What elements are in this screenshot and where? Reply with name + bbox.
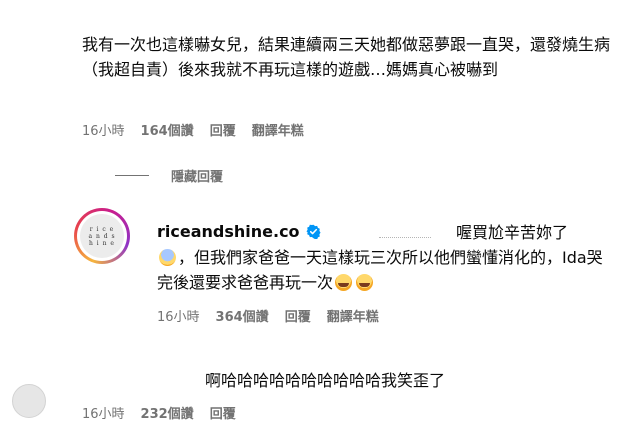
comment-meta: 16小時 164個讚 回覆 翻譯年糕 <box>82 120 320 139</box>
mention-redacted <box>379 228 431 238</box>
screaming-face-icon <box>159 249 176 266</box>
comment-meta: 16小時 232個讚 回覆 <box>82 403 252 421</box>
username-row: riceandshine.co <box>157 222 321 241</box>
translate-button[interactable]: 翻譯年糕 <box>327 306 379 325</box>
comment-text: 啊哈哈哈哈哈哈哈哈哈哈我笑歪了 <box>205 371 446 390</box>
avatar[interactable] <box>12 384 46 418</box>
reply-button[interactable]: 回覆 <box>210 120 236 139</box>
avatar[interactable]: r i c ea n d sh i n e <box>74 208 130 264</box>
avatar-logo: r i c ea n d sh i n e <box>80 214 124 258</box>
reply-text: 喔買尬辛苦妳了 <box>456 223 569 242</box>
like-count[interactable]: 164個讚 <box>141 120 194 139</box>
hide-replies-label: 隱藏回覆 <box>171 170 224 185</box>
like-count[interactable]: 232個讚 <box>141 403 194 421</box>
username-link[interactable]: riceandshine.co <box>157 222 300 241</box>
comment-time[interactable]: 16小時 <box>82 120 125 139</box>
reply-button[interactable]: 回覆 <box>210 403 236 421</box>
divider <box>115 175 149 176</box>
reply-text-continued: ，但我們家爸爸一天這樣玩三次所以他們蠻懂消化的，Ida哭完後還要求爸爸再玩一次 <box>157 248 603 292</box>
comment-text: 我有一次也這樣嚇女兒，結果連續兩三天她都做惡夢跟一直哭，還發燒生病（我超自責）後… <box>82 35 611 79</box>
like-count[interactable]: 364個讚 <box>216 306 269 325</box>
comment-time[interactable]: 16小時 <box>157 306 200 325</box>
verified-badge-icon <box>306 224 321 239</box>
rolling-laughing-face-icon <box>356 274 374 291</box>
hide-replies-toggle[interactable]: 隱藏回覆 <box>115 166 223 185</box>
comment-time[interactable]: 16小時 <box>82 403 125 421</box>
reply-meta: 16小時 364個讚 回覆 翻譯年糕 <box>157 306 395 325</box>
rolling-laughing-face-icon <box>335 274 353 291</box>
translate-button[interactable]: 翻譯年糕 <box>252 120 304 139</box>
reply-button[interactable]: 回覆 <box>285 306 311 325</box>
